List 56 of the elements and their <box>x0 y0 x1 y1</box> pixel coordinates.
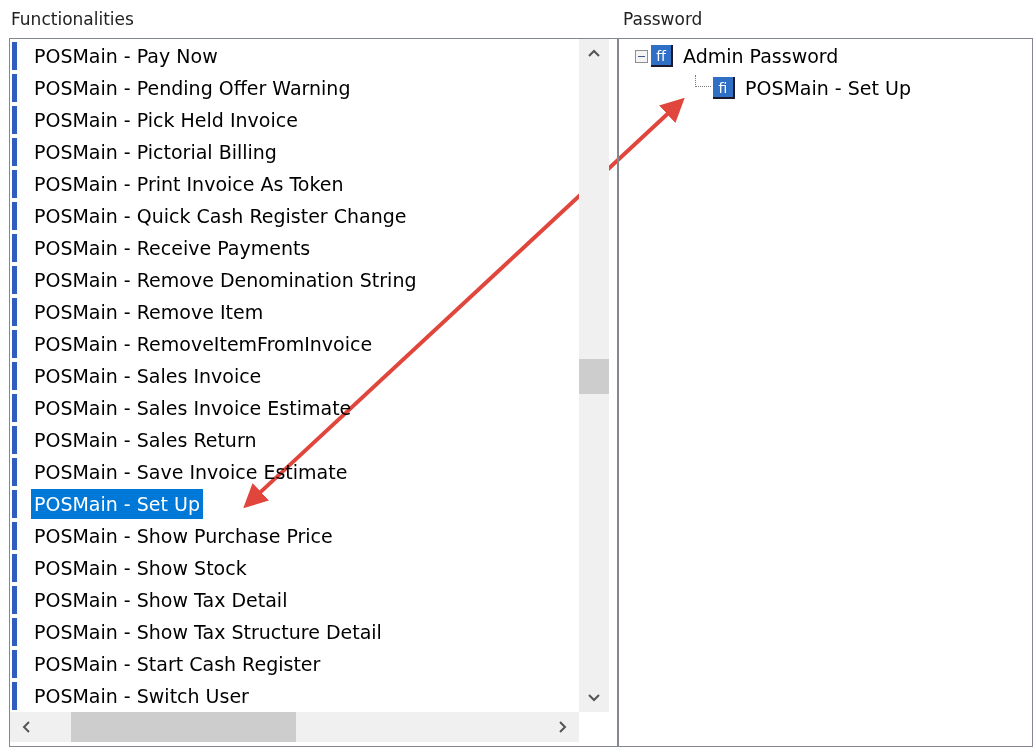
row-marker <box>12 554 17 582</box>
scroll-up-icon[interactable] <box>588 49 600 57</box>
panel-title: Password <box>622 8 704 31</box>
row-marker <box>12 618 17 646</box>
row-marker <box>12 42 17 70</box>
row-marker <box>12 298 17 326</box>
row-marker <box>12 586 17 614</box>
list-item[interactable]: POSMain - Pending Offer Warning <box>31 73 354 103</box>
list-item[interactable]: POSMain - Sales Invoice <box>31 361 265 391</box>
scroll-down-icon[interactable] <box>588 694 600 702</box>
list-item[interactable]: POSMain - Receive Payments <box>31 233 314 263</box>
row-marker <box>12 330 17 358</box>
list-item[interactable]: POSMain - RemoveItemFromInvoice <box>31 329 376 359</box>
row-marker <box>12 106 17 134</box>
list-item[interactable]: POSMain - Set Up <box>31 489 203 519</box>
tree-node-label[interactable]: POSMain - Set Up <box>745 73 911 103</box>
list-item[interactable]: POSMain - Show Tax Structure Detail <box>31 617 385 647</box>
row-marker <box>12 266 17 294</box>
list-item[interactable]: POSMain - Start Cash Register <box>31 649 324 679</box>
tree-node-label[interactable]: Admin Password <box>683 41 839 71</box>
row-marker <box>12 458 17 486</box>
list-item[interactable]: POSMain - Switch User <box>31 681 252 711</box>
list-item[interactable]: POSMain - Pay Now <box>31 41 221 71</box>
row-marker <box>12 202 17 230</box>
row-marker <box>12 682 17 710</box>
list-item[interactable]: POSMain - Show Tax Detail <box>31 585 291 615</box>
row-marker <box>12 362 17 390</box>
list-item[interactable]: POSMain - Pick Held Invoice <box>31 105 301 135</box>
panel-title: Functionalities <box>10 8 135 31</box>
collapse-toggle-icon[interactable] <box>635 49 648 63</box>
row-marker <box>12 138 17 166</box>
list-item[interactable]: POSMain - Remove Denomination String <box>31 265 420 295</box>
node-badge: ff <box>651 45 673 67</box>
row-marker <box>12 74 17 102</box>
list-item[interactable]: POSMain - Sales Return <box>31 425 260 455</box>
scroll-right-icon[interactable] <box>559 721 567 733</box>
scrollbar-thumb[interactable] <box>71 712 296 742</box>
scroll-left-icon[interactable] <box>22 721 30 733</box>
list-item[interactable]: POSMain - Sales Invoice Estimate <box>31 393 355 423</box>
list-item[interactable]: POSMain - Quick Cash Register Change <box>31 201 410 231</box>
row-marker <box>12 234 17 262</box>
node-badge: fi <box>713 77 735 99</box>
row-marker <box>12 650 17 678</box>
list-item[interactable]: POSMain - Show Purchase Price <box>31 521 336 551</box>
list-item[interactable]: POSMain - Remove Item <box>31 297 267 327</box>
scrollbar-thumb[interactable] <box>579 359 609 394</box>
vertical-scrollbar[interactable] <box>579 39 609 712</box>
list-item[interactable]: POSMain - Pictorial Billing <box>31 137 280 167</box>
horizontal-scrollbar[interactable] <box>10 712 579 742</box>
row-marker <box>12 170 17 198</box>
row-marker <box>12 426 17 454</box>
row-marker <box>12 490 17 518</box>
row-marker <box>12 522 17 550</box>
list-item[interactable]: POSMain - Print Invoice As Token <box>31 169 347 199</box>
list-item[interactable]: POSMain - Show Stock <box>31 553 250 583</box>
row-marker <box>12 394 17 422</box>
